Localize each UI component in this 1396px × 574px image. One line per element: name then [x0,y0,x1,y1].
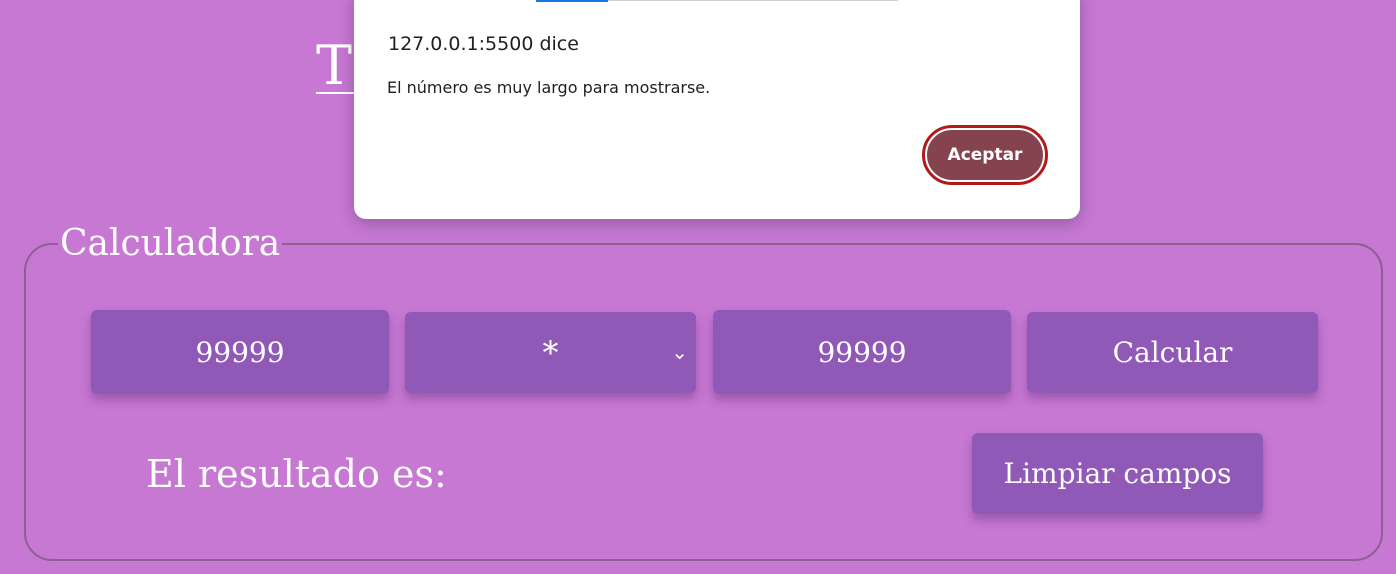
calculator-legend: Calculadora [60,223,281,264]
dialog-divider [608,0,898,1]
alert-dialog: 127.0.0.1:5500 dice El número es muy lar… [354,0,1080,219]
dialog-origin: 127.0.0.1:5500 dice [388,33,579,55]
number1-value: 99999 [195,335,285,369]
operator-value: * [542,333,559,372]
dialog-progress-bar [536,0,608,2]
clear-fields-button[interactable]: Limpiar campos [972,433,1263,514]
accept-button[interactable]: Aceptar [922,125,1048,185]
number2-value: 99999 [817,335,907,369]
number1-input[interactable]: 99999 [91,310,389,394]
result-label: El resultado es: [146,452,447,496]
dialog-message: El número es muy largo para mostrarse. [387,78,711,97]
chevron-down-icon: ⌄ [671,340,688,364]
calculate-button[interactable]: Calcular [1027,312,1318,393]
number2-input[interactable]: 99999 [713,310,1011,394]
operator-select[interactable]: * ⌄ [405,312,696,393]
